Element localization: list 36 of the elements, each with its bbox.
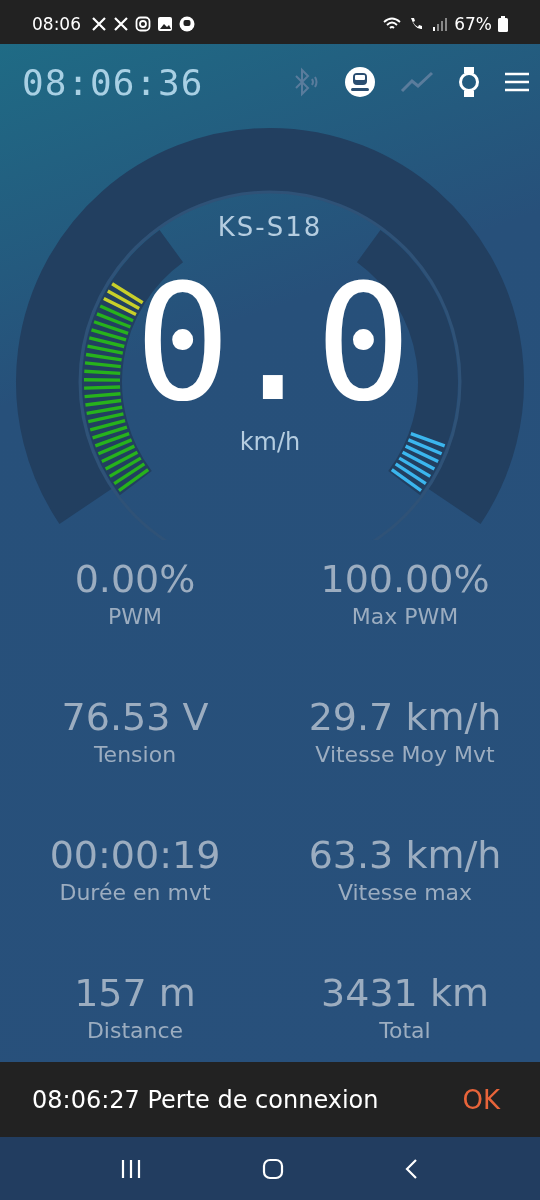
camera-icon [135,16,151,32]
stat-label: Tension [93,741,177,769]
stat-value: 3431 km [321,970,489,1016]
ok-button[interactable]: OK [458,1080,504,1119]
wheel-model: KS-S18 [217,212,323,242]
speed-unit: km/h [239,428,301,456]
status-time: 08:06 [32,14,81,34]
stat-label: Durée en mvt [59,879,211,907]
back-icon[interactable] [404,1157,420,1180]
stat-value: 100.00% [320,556,490,602]
stat-value: 76.53 V [61,694,209,740]
recent-apps-icon[interactable] [120,1158,142,1179]
stat-value: 00:00:19 [49,832,221,878]
stat-label: Distance [86,1017,184,1045]
image-icon [157,16,173,32]
x-icon [113,16,129,32]
stat-value: 29.7 km/h [308,694,502,740]
snackbar-message: 08:06:27 Perte de connexion [32,1085,379,1114]
temperature-meter-fill [390,431,446,492]
battery-percent: 67% [454,14,492,34]
battery-icon [498,16,508,32]
speed-value: 0.0 [134,264,406,424]
watch-icon[interactable] [458,66,480,98]
stat-label: PWM [108,603,162,631]
x-icon [91,16,107,32]
signal-icon [432,16,449,32]
menu-icon[interactable] [504,71,530,93]
stat-value: 0.00% [74,556,196,602]
home-icon[interactable] [262,1157,284,1180]
clock: 08:06:36 [22,61,204,103]
stat-label: Vitesse Moy Mvt [315,741,495,769]
stat-value: 157 m [74,970,196,1016]
stat-value: 63.3 km/h [308,832,502,878]
stat-label: Vitesse max [337,879,473,907]
stat-label: Total [379,1017,431,1045]
stat-label: Max PWM [351,603,459,631]
